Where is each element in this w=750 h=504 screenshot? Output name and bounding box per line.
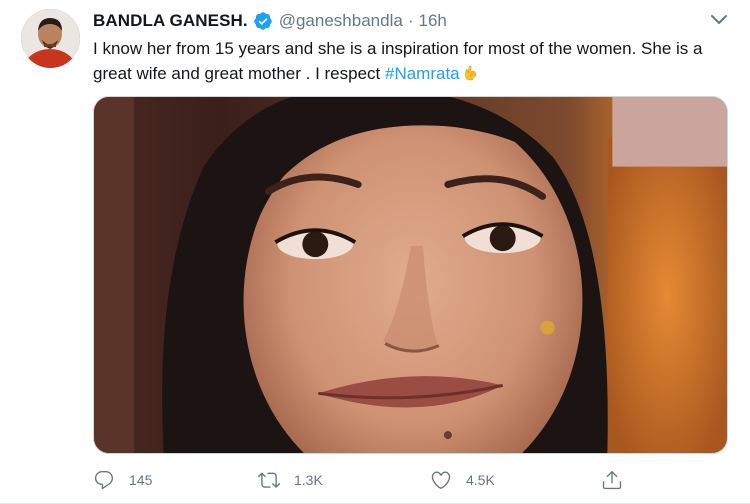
timestamp[interactable]: 16h — [418, 11, 446, 31]
avatar[interactable] — [21, 9, 80, 68]
verified-badge-icon — [253, 11, 273, 31]
tweet-photo[interactable] — [93, 96, 728, 454]
reply-icon — [94, 471, 114, 490]
ok-hand-emoji-icon — [462, 64, 480, 82]
share-button[interactable] — [601, 466, 623, 494]
retweet-icon — [258, 472, 280, 488]
separator-dot: · — [407, 11, 414, 30]
retweet-button[interactable]: 1.3K — [258, 466, 323, 494]
hashtag-link[interactable]: #Namrata — [385, 64, 460, 83]
handle[interactable]: @ganeshbandla — [279, 11, 403, 31]
reply-button[interactable]: 145 — [93, 466, 152, 494]
share-icon — [602, 471, 622, 490]
like-count: 4.5K — [466, 472, 495, 488]
more-options-chevron-down-icon[interactable] — [708, 10, 730, 30]
portrait-photo-image — [94, 97, 727, 453]
heart-icon — [431, 471, 451, 489]
like-button[interactable]: 4.5K — [430, 466, 495, 494]
tweet-text: I know her from 15 years and she is a in… — [93, 36, 733, 86]
tweet-actions: 145 1.3K 4.5K — [93, 466, 653, 494]
display-name[interactable]: BANDLA GANESH. — [93, 11, 248, 31]
avatar-image — [21, 9, 80, 68]
retweet-count: 1.3K — [294, 472, 323, 488]
reply-count: 145 — [129, 472, 153, 488]
tweet-header: BANDLA GANESH. @ganeshbandla · 16h — [93, 10, 447, 32]
tweet[interactable]: BANDLA GANESH. @ganeshbandla · 16h I kno… — [0, 0, 750, 504]
